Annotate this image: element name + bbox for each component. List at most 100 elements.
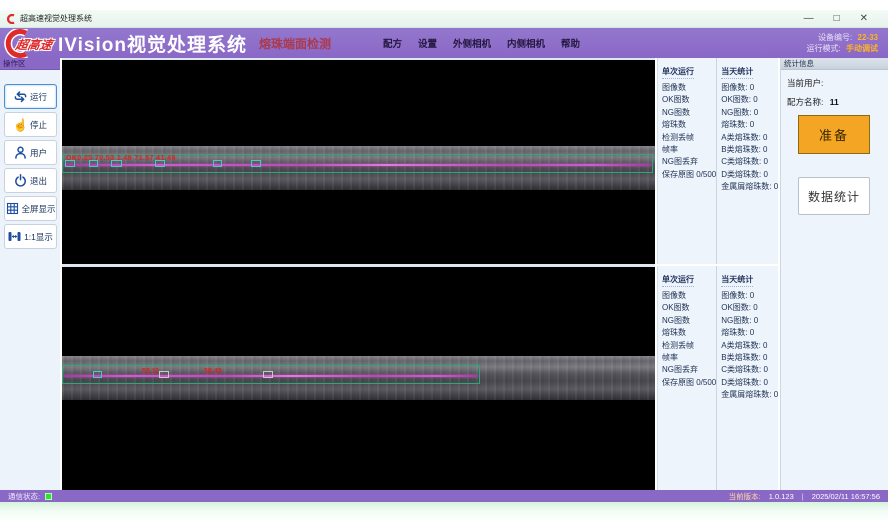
statistics-panels: 单次运行 图像数OK图数NG图数熔珠数检测丢帧帧率NG图丢弃保存原图 0/500… [657,58,778,490]
sidebar-title: 操作区 [0,58,60,70]
app-logo-icon [6,14,16,24]
run-mode-value: 手动调试 [846,44,878,53]
app-header: 超高速 IVision视觉处理系统 熔珠端面检测 配方 设置 外侧相机 内侧相机… [0,28,888,58]
stat-row: 帧率 [662,352,716,364]
single-run-rows: 图像数OK图数NG图数熔珠数检测丢帧帧率NG图丢弃保存原图 0/500 [662,290,716,389]
menu-item-inner-camera[interactable]: 内侧相机 [507,36,545,50]
single-run-column: 单次运行 图像数OK图数NG图数熔珠数检测丢帧帧率NG图丢弃保存原图 0/500 [658,266,717,490]
run-button-label: 运行 [30,91,47,103]
stop-button-label: 停止 [30,119,47,131]
data-statistics-button[interactable]: 数据统计 [798,177,870,215]
desktop-background-strip [0,502,888,522]
stat-row: 熔珠数 [662,119,716,131]
exit-button[interactable]: 退出 [4,168,57,193]
stat-row: 熔珠数: 0 [721,327,778,339]
app-title: IVision视觉处理系统 [58,30,247,57]
weld-bead-line-top [64,164,651,166]
single-run-rows: 图像数OK图数NG图数熔珠数检测丢帧帧率NG图丢弃保存原图 0/500 [662,82,716,181]
app-subtitle: 熔珠端面检测 [259,35,331,52]
stat-row: OK图数: 0 [721,94,778,106]
user-icon [13,145,28,160]
recipe-name-row: 配方名称: 11 [787,96,888,108]
user-button-label: 用户 [30,147,47,159]
stat-row: C类熔珠数: 0 [721,156,778,168]
status-bar-right: 当前版本: 1.0.123 | 2025/02/11 16:57:56 [729,491,880,502]
camera-views: OK0.25 70.53 1.49 71.57 41.49 53.11 56.4… [62,58,655,490]
stat-row: A类熔珠数: 0 [721,132,778,144]
recipe-name-value: 11 [830,97,839,107]
daily-stats-title: 当天统计 [721,274,753,287]
datetime-value: 2025/02/11 16:57:56 [812,492,880,501]
run-mode-label: 运行模式: [807,44,841,53]
run-cycle-icon [13,89,28,104]
stat-row: B类熔珠数: 0 [721,352,778,364]
daily-stats-column: 当天统计 图像数: 0OK图数: 0NG图数: 0熔珠数: 0A类熔珠数: 0B… [717,58,778,264]
stat-row: D类熔珠数: 0 [721,377,778,389]
maximize-button[interactable]: □ [834,10,840,28]
menu-item-outer-camera[interactable]: 外侧相机 [453,36,491,50]
stat-row: 图像数: 0 [721,290,778,302]
stop-button[interactable]: ☝ 停止 [4,112,57,137]
stats-panel-top: 单次运行 图像数OK图数NG图数熔珠数检测丢帧帧率NG图丢弃保存原图 0/500… [657,58,778,264]
device-number-label: 设备编号: [818,33,852,42]
stat-row: 检测丢帧 [662,132,716,144]
prepare-button[interactable]: 准备 [798,115,870,154]
stat-row: NG图丢弃 [662,364,716,376]
fullscreen-button-label: 全屏显示 [22,203,56,215]
menu-item-settings[interactable]: 设置 [418,36,437,50]
stat-row: OK图数: 0 [721,302,778,314]
daily-stats-title: 当天统计 [721,66,753,79]
single-run-title: 单次运行 [662,66,694,79]
brand-text: 超高速 [14,36,54,53]
device-info: 设备编号: 22-33 运行模式: 手动调试 [807,32,878,54]
stat-row: 图像数 [662,290,716,302]
status-separator: | [802,492,804,501]
stat-row: D类熔珠数: 0 [721,169,778,181]
current-user-label: 当前用户: [787,78,823,88]
detection-annotation: OK0.25 70.53 1.49 71.57 41.49 [66,155,176,162]
feature-box [159,371,169,378]
feature-box [251,160,261,167]
window-controls: — □ ✕ [804,10,868,28]
current-user-row: 当前用户: [787,77,888,89]
measurement-label: 53.11 [142,368,159,375]
stat-row: C类熔珠数: 0 [721,364,778,376]
menu-item-recipe[interactable]: 配方 [383,36,402,50]
minimize-button[interactable]: — [804,10,814,28]
menu-item-help[interactable]: 帮助 [561,36,580,50]
run-button[interactable]: 运行 [4,84,57,109]
run-mode-row: 运行模式: 手动调试 [807,43,878,54]
one-to-one-button-label: 1:1显示 [24,231,53,243]
window-title: 超高速视觉处理系统 [20,13,92,24]
stat-row: 帧率 [662,144,716,156]
single-run-column: 单次运行 图像数OK图数NG图数熔珠数检测丢帧帧率NG图丢弃保存原图 0/500 [658,58,717,264]
feature-box [263,371,273,378]
stat-row: B类熔珠数: 0 [721,144,778,156]
stat-row: NG图数 [662,315,716,327]
stat-row: A类熔珠数: 0 [721,340,778,352]
stat-row: 检测丢帧 [662,340,716,352]
stat-row: NG图丢弃 [662,156,716,168]
measurement-label: 56.43 [204,368,222,375]
hand-stop-icon: ☝ [13,117,28,132]
brand-logo: 超高速 [0,28,54,58]
stat-row: 保存原图 0/500 [662,169,716,181]
one-to-one-icon [7,229,22,244]
close-button[interactable]: ✕ [860,10,868,28]
stat-row: OK图数 [662,302,716,314]
inner-camera-view: 53.11 56.43 [62,267,655,490]
version-value: 1.0.123 [769,492,794,501]
exit-button-label: 退出 [30,175,47,187]
user-button[interactable]: 用户 [4,140,57,165]
stat-row: 保存原图 0/500 [662,377,716,389]
stat-row: OK图数 [662,94,716,106]
stat-row: 金属屑熔珠数: 0 [721,389,778,401]
detection-box-bottom [62,365,480,384]
daily-stats-rows: 图像数: 0OK图数: 0NG图数: 0熔珠数: 0A类熔珠数: 0B类熔珠数:… [721,82,778,194]
fullscreen-button[interactable]: 全屏显示 [4,196,57,221]
one-to-one-button[interactable]: 1:1显示 [4,224,57,249]
sidebar-buttons: 运行 ☝ 停止 用户 [0,70,60,249]
feature-box [213,160,222,167]
comm-status-label: 通信状态: [8,491,40,502]
stats-panel-bottom: 单次运行 图像数OK图数NG图数熔珠数检测丢帧帧率NG图丢弃保存原图 0/500… [657,266,778,490]
